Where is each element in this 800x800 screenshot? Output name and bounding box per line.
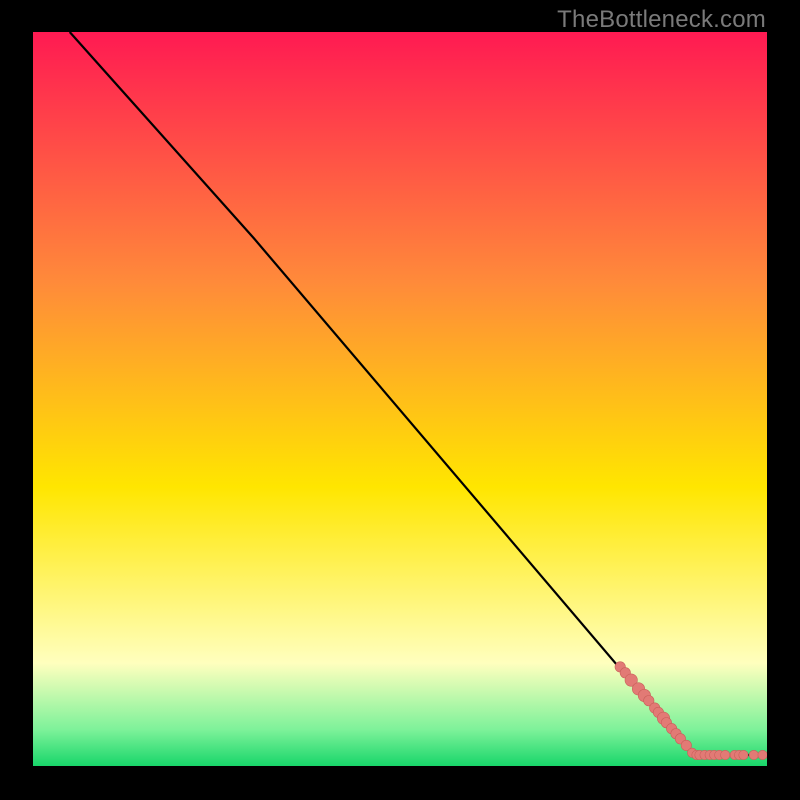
plot-area: [33, 32, 767, 766]
data-point: [749, 750, 758, 759]
data-point: [721, 750, 730, 759]
chart-overlay: [33, 32, 767, 766]
chart-markers: [615, 662, 767, 760]
data-point: [739, 750, 748, 759]
chart-line: [70, 32, 767, 755]
data-point: [758, 750, 767, 759]
chart-frame: TheBottleneck.com: [0, 0, 800, 800]
watermark-text: TheBottleneck.com: [557, 6, 766, 34]
